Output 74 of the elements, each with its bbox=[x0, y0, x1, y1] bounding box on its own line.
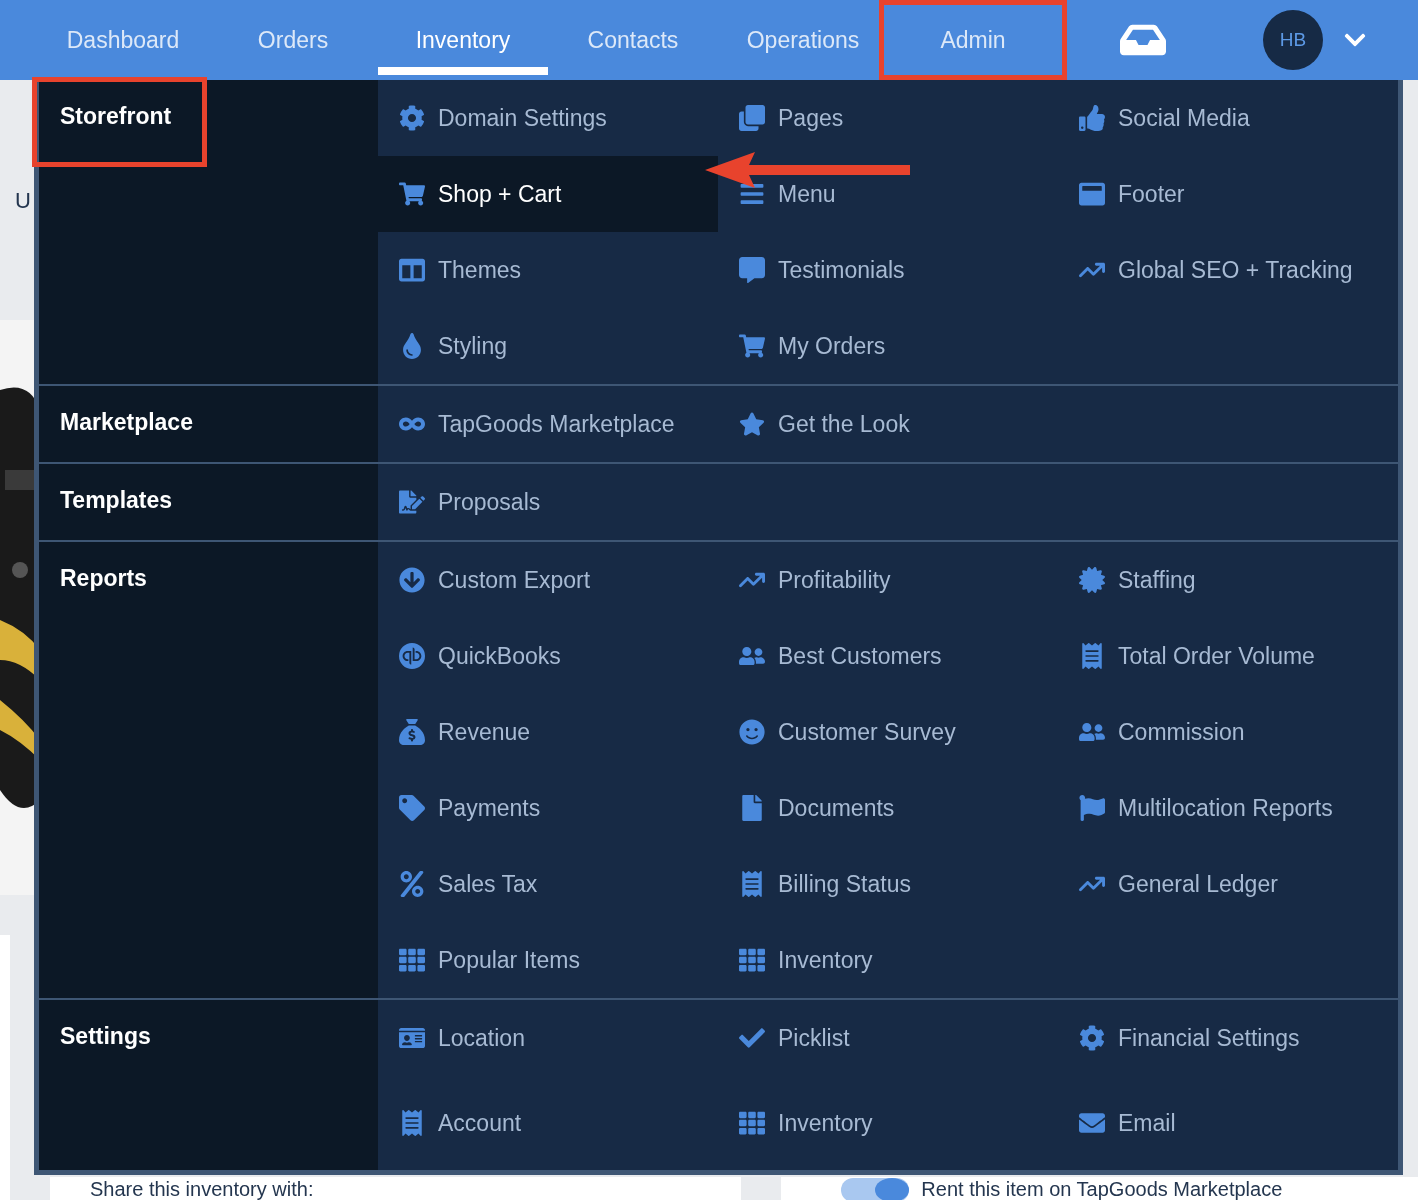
menu-item[interactable]: Social Media bbox=[1058, 80, 1398, 156]
menu-item[interactable]: Themes bbox=[378, 232, 718, 308]
menu-item[interactable]: Sales Tax bbox=[378, 846, 718, 922]
menu-item[interactable]: My Orders bbox=[718, 308, 1058, 384]
menu-item[interactable]: Menu bbox=[718, 156, 1058, 232]
menu-item[interactable]: Get the Look bbox=[718, 386, 1058, 462]
menu-item[interactable]: Domain Settings bbox=[378, 80, 718, 156]
share-label: Share this inventory with: bbox=[90, 1178, 314, 1200]
download-icon bbox=[398, 567, 426, 593]
menu-item[interactable]: Best Customers bbox=[718, 618, 1058, 694]
thumbs-up-icon bbox=[1078, 105, 1106, 131]
page-text: U bbox=[15, 188, 31, 214]
toggle-label: Rent this item on TapGoods Marketplace bbox=[921, 1178, 1283, 1200]
gear-icon bbox=[398, 105, 426, 131]
menu-item[interactable]: General Ledger bbox=[1058, 846, 1398, 922]
grid-icon bbox=[738, 947, 766, 973]
smiley-icon bbox=[738, 719, 766, 745]
qb-icon bbox=[398, 643, 426, 669]
user-avatar[interactable]: HB bbox=[1263, 10, 1323, 70]
gear-icon bbox=[1078, 1025, 1106, 1051]
menu-item[interactable]: Billing Status bbox=[718, 846, 1058, 922]
grid-icon bbox=[398, 947, 426, 973]
grid-icon bbox=[738, 1110, 766, 1136]
menu-item[interactable]: Documents bbox=[718, 770, 1058, 846]
menu-item[interactable]: Testimonials bbox=[718, 232, 1058, 308]
menu-item[interactable]: Multilocation Reports bbox=[1058, 770, 1398, 846]
window-icon bbox=[1078, 181, 1106, 207]
star-icon bbox=[738, 411, 766, 437]
document-icon bbox=[398, 489, 426, 515]
section-title: Marketplace bbox=[60, 409, 193, 436]
menu-item[interactable]: Shop + Cart bbox=[378, 156, 718, 232]
menu-icon bbox=[738, 181, 766, 207]
menu-item[interactable]: Account bbox=[378, 1085, 718, 1161]
menu-item[interactable]: Staffing bbox=[1058, 542, 1398, 618]
toggle-switch[interactable] bbox=[841, 1178, 910, 1200]
flag-icon bbox=[1078, 795, 1106, 821]
menu-item[interactable]: Commission bbox=[1058, 694, 1398, 770]
menu-item[interactable]: Inventory bbox=[718, 922, 1058, 998]
menu-item[interactable]: Payments bbox=[378, 770, 718, 846]
envelope-icon bbox=[1078, 1110, 1106, 1136]
tag-icon bbox=[398, 795, 426, 821]
cart-icon bbox=[398, 181, 426, 207]
menu-item[interactable]: Customer Survey bbox=[718, 694, 1058, 770]
nav-tab[interactable]: Inventory bbox=[378, 5, 548, 75]
check-icon bbox=[738, 1025, 766, 1051]
menu-item[interactable]: Pages bbox=[718, 80, 1058, 156]
menu-item[interactable]: Footer bbox=[1058, 156, 1398, 232]
columns-icon bbox=[398, 257, 426, 283]
badge-icon bbox=[1078, 567, 1106, 593]
section-title: Reports bbox=[60, 565, 147, 592]
menu-item[interactable]: QuickBooks bbox=[378, 618, 718, 694]
menu-item[interactable]: Financial Settings bbox=[1058, 1000, 1398, 1076]
money-bag-icon bbox=[398, 719, 426, 745]
menu-item[interactable]: Popular Items bbox=[378, 922, 718, 998]
section-title: Templates bbox=[60, 487, 173, 514]
section-title: Storefront bbox=[60, 103, 172, 130]
pages-icon bbox=[738, 105, 766, 131]
id-card-icon bbox=[398, 1025, 426, 1051]
menu-item[interactable]: Revenue bbox=[378, 694, 718, 770]
menu-item[interactable]: Custom Export bbox=[378, 542, 718, 618]
percent-icon bbox=[398, 871, 426, 897]
menu-item[interactable]: Profitability bbox=[718, 542, 1058, 618]
menu-item[interactable]: Global SEO + Tracking bbox=[1058, 232, 1398, 308]
menu-item[interactable]: Inventory bbox=[718, 1085, 1058, 1161]
menu-item[interactable]: Styling bbox=[378, 308, 718, 384]
menu-item[interactable]: Location bbox=[378, 1000, 718, 1076]
menu-item[interactable]: Picklist bbox=[718, 1000, 1058, 1076]
menu-item[interactable]: TapGoods Marketplace bbox=[378, 386, 718, 462]
speech-bubble-icon bbox=[738, 257, 766, 283]
menu-item[interactable]: Total Order Volume bbox=[1058, 618, 1398, 694]
cart-icon bbox=[738, 333, 766, 359]
menu-item[interactable]: Email bbox=[1058, 1085, 1398, 1161]
section-title: Settings bbox=[60, 1023, 151, 1050]
menu-item[interactable]: Proposals bbox=[378, 464, 718, 540]
